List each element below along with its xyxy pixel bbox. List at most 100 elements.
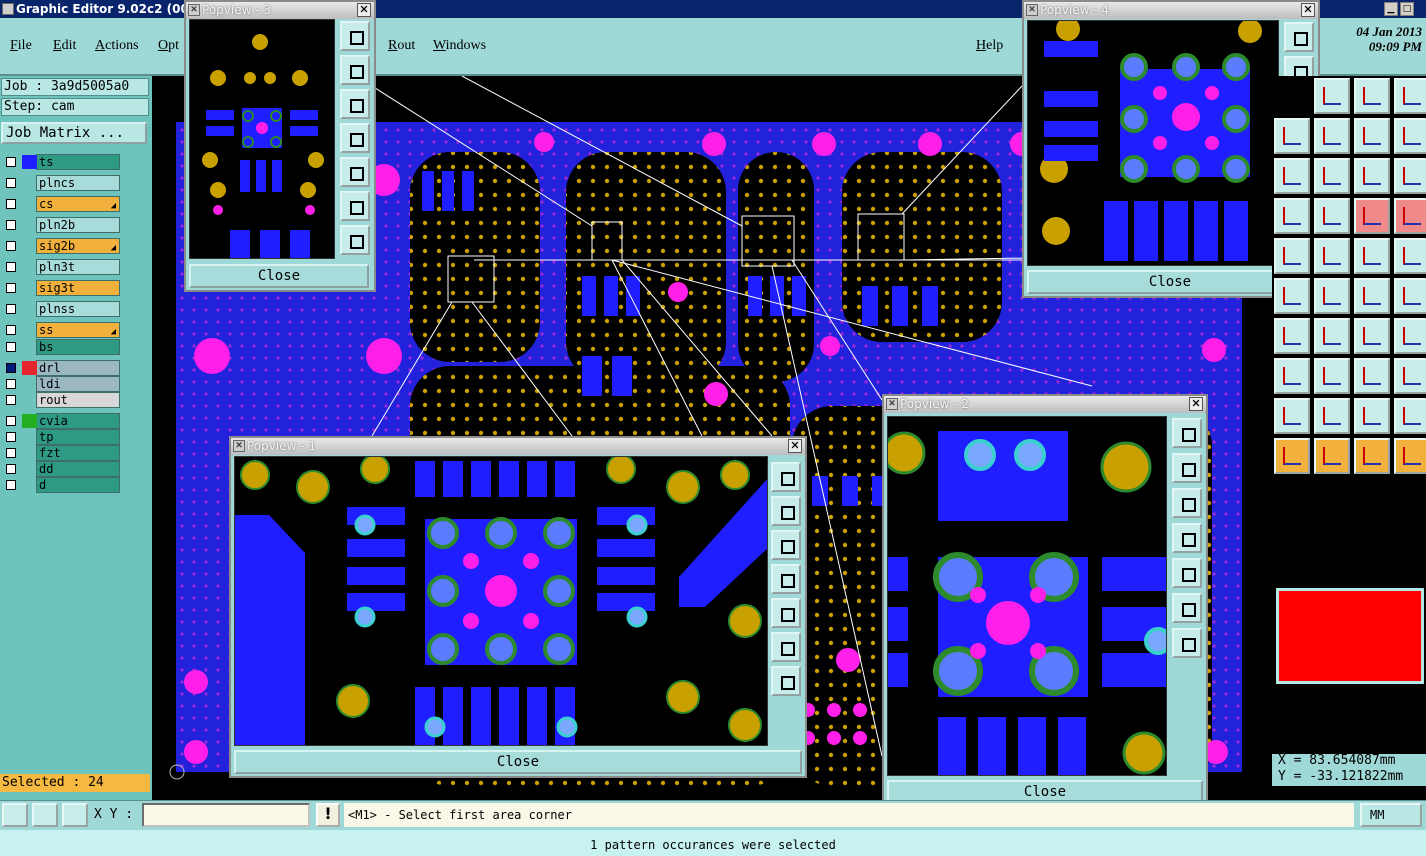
layer-checkbox[interactable] [6, 464, 16, 474]
layer-row-plnss[interactable]: plnss [2, 301, 120, 317]
undo-icon[interactable] [1314, 118, 1350, 154]
layer-name[interactable]: pln2b [36, 217, 120, 233]
layer-row-plncs[interactable]: plncs [2, 175, 120, 191]
layer-name[interactable]: cvia [36, 413, 120, 429]
layer-checkbox[interactable] [6, 432, 16, 442]
popview-3-canvas[interactable] [189, 19, 335, 259]
fit-icon[interactable] [1172, 593, 1202, 623]
zoom-icon[interactable] [1314, 78, 1350, 114]
zoom-out-icon[interactable] [340, 225, 370, 255]
pan-down-icon[interactable] [340, 89, 370, 119]
menu-windows[interactable]: Windows [433, 38, 486, 54]
layer-name[interactable]: cs ◢ [36, 196, 120, 212]
layer-name[interactable]: sig2b ◢ [36, 238, 120, 254]
home-icon[interactable] [1354, 78, 1390, 114]
popview-2-canvas[interactable] [887, 416, 1167, 776]
popview-1-titlebar[interactable]: ✕ Popview - 1 ✕ [231, 438, 805, 455]
layer-color-swatch[interactable] [22, 155, 37, 169]
select-lasso-icon[interactable] [1354, 358, 1390, 394]
layer-checkbox[interactable] [6, 416, 16, 426]
layer-name[interactable]: d [36, 477, 120, 493]
layer-name[interactable]: ss ◢ [36, 322, 120, 338]
menu-edit[interactable]: Edit [53, 38, 76, 54]
layer-color-swatch[interactable] [22, 361, 37, 375]
layer-checkbox[interactable] [6, 241, 16, 251]
pan-left-icon[interactable] [1172, 523, 1202, 553]
layer-name[interactable]: sig3t [36, 280, 120, 296]
fit-icon[interactable] [771, 632, 801, 662]
popview-menu-icon[interactable]: ✕ [1026, 4, 1038, 16]
select-icon[interactable] [1274, 358, 1310, 394]
layer-row-fzt[interactable]: fzt [2, 445, 120, 461]
angle-icon[interactable] [1394, 238, 1426, 274]
stack-icon[interactable] [1274, 438, 1310, 474]
layer-checkbox[interactable] [6, 325, 16, 335]
crosshair-icon[interactable] [1314, 438, 1350, 474]
layer-checkbox[interactable] [6, 283, 16, 293]
popview-2-titlebar[interactable]: ✕ Popview - 2 ✕ [884, 396, 1206, 413]
layer-row-cvia[interactable]: cvia [2, 413, 120, 429]
layer-row-d[interactable]: d [2, 477, 120, 493]
line-tool-icon[interactable] [1354, 158, 1390, 194]
zoom-out-icon[interactable] [771, 666, 801, 696]
layer-row-sig2b[interactable]: sig2b ◢ [2, 238, 120, 254]
zoom-in-icon[interactable] [1172, 418, 1202, 448]
layer-name[interactable]: bs [36, 339, 120, 355]
layer-checkbox[interactable] [6, 480, 16, 490]
pan-down-icon[interactable] [771, 530, 801, 560]
menu-help[interactable]: Help [976, 38, 1003, 54]
popview-menu-icon[interactable]: ✕ [886, 398, 898, 410]
help-icon[interactable] [1314, 158, 1350, 194]
pad-tool-icon[interactable] [1394, 158, 1426, 194]
arc-icon[interactable] [1354, 238, 1390, 274]
layer-row-cs[interactable]: cs ◢ [2, 196, 120, 212]
cross-icon[interactable] [1314, 238, 1350, 274]
layer-row-dd[interactable]: dd [2, 461, 120, 477]
layer-checkbox[interactable] [6, 178, 16, 188]
job-matrix-button[interactable]: Job Matrix ... [1, 122, 147, 144]
close-icon[interactable]: ✕ [1301, 3, 1315, 17]
slash-icon[interactable] [1274, 278, 1310, 314]
ruler-icon[interactable] [1354, 198, 1390, 234]
measure-icon[interactable] [32, 803, 58, 827]
layer-row-tp[interactable]: tp [2, 429, 120, 445]
panel-icon[interactable] [1394, 78, 1426, 114]
layer-name[interactable]: plncs [36, 175, 120, 191]
layer-checkbox[interactable] [6, 262, 16, 272]
pan-up-icon[interactable] [1172, 453, 1202, 483]
layer-checkbox[interactable] [6, 220, 16, 230]
route-icon[interactable] [1274, 198, 1310, 234]
layer-row-pln3t[interactable]: pln3t [2, 259, 120, 275]
popview-4-close-button[interactable]: Close [1027, 270, 1313, 294]
triangle-alt-icon[interactable] [1354, 318, 1390, 354]
layer-name[interactable]: dd [36, 461, 120, 477]
layer-row-ss[interactable]: ss ◢ [2, 322, 120, 338]
popview-4-titlebar[interactable]: ✕ Popview - 4 ✕ [1024, 2, 1318, 19]
layer-checkbox[interactable] [6, 363, 16, 373]
scale-icon[interactable] [1354, 438, 1390, 474]
menu-actions[interactable]: Actions [95, 38, 139, 54]
layer-checkbox[interactable] [6, 199, 16, 209]
xy-input[interactable] [142, 803, 310, 827]
close-icon[interactable]: ✕ [1189, 397, 1203, 411]
fit-icon[interactable] [340, 191, 370, 221]
menu-file[interactable]: File [10, 38, 32, 54]
zoom-in-icon[interactable] [1284, 22, 1314, 52]
pan-right-icon[interactable] [1172, 558, 1202, 588]
layer-row-rout[interactable]: rout [2, 392, 120, 408]
layer-row-sig3t[interactable]: sig3t [2, 280, 120, 296]
snap-icon[interactable] [2, 803, 28, 827]
layer-row-ldi[interactable]: ldi [2, 376, 120, 392]
pan-up-icon[interactable] [771, 496, 801, 526]
popview-3-titlebar[interactable]: ✕ Popview - 3 ✕ [186, 2, 374, 19]
layer-name[interactable]: rout [36, 392, 120, 408]
layer-name[interactable]: ldi [36, 376, 120, 392]
units-selector[interactable]: MM [1360, 803, 1422, 827]
edit-icon[interactable] [1314, 198, 1350, 234]
popview-menu-icon[interactable]: ✕ [188, 4, 200, 16]
layer-row-ts[interactable]: ts [2, 154, 120, 170]
popview-4-canvas[interactable] [1027, 20, 1279, 266]
layer-checkbox[interactable] [6, 157, 16, 167]
node-icon[interactable] [1274, 238, 1310, 274]
pan-up-icon[interactable] [340, 55, 370, 85]
